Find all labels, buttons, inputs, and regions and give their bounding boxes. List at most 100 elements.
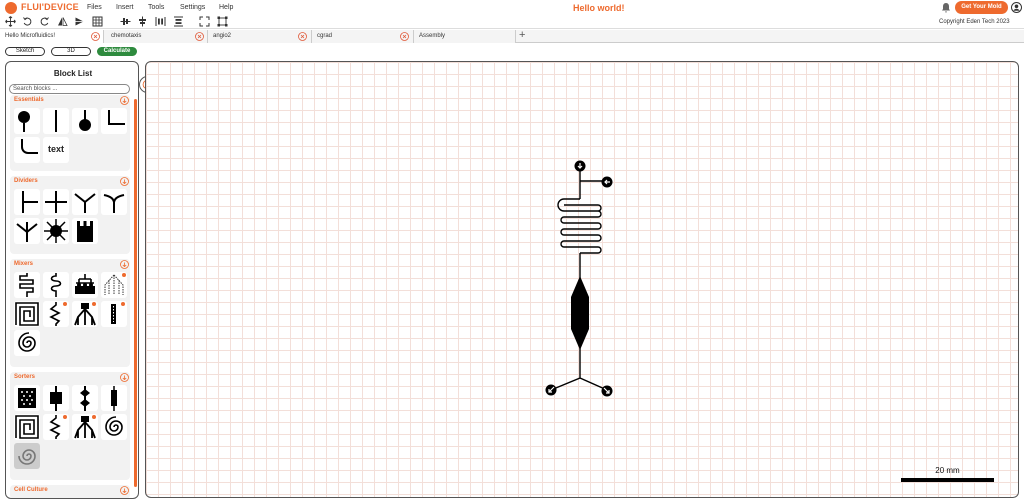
- cross-junction-icon: [45, 191, 67, 213]
- flip-icon[interactable]: [74, 16, 85, 27]
- redo-icon[interactable]: [39, 16, 50, 27]
- sketch-button[interactable]: Sketch: [5, 47, 45, 56]
- outlet-port-right[interactable]: [601, 385, 613, 397]
- tab-chemotaxis[interactable]: chemotaxis: [104, 30, 208, 43]
- tab-assembly[interactable]: Assembly: [414, 30, 516, 43]
- spiral-icon: [105, 416, 123, 436]
- calculate-button[interactable]: Calculate: [97, 47, 137, 56]
- menu-help[interactable]: Help: [219, 4, 233, 11]
- move-icon[interactable]: [5, 16, 16, 27]
- block-list-panel: Block List Search blocks ... Essentials …: [5, 61, 139, 499]
- mirror-icon[interactable]: [57, 16, 68, 27]
- chevron-down-icon[interactable]: [120, 373, 129, 382]
- section-title[interactable]: Sorters: [14, 374, 35, 380]
- document-tabs: Hello Microfluidics! chemotaxis angio2 c…: [0, 29, 1024, 43]
- block-spiral-sorter[interactable]: [101, 414, 127, 440]
- panel-scrollbar[interactable]: [134, 99, 137, 487]
- block-outlet[interactable]: [72, 108, 98, 134]
- bell-icon[interactable]: [941, 2, 951, 13]
- fit-view-icon[interactable]: [199, 16, 210, 27]
- tab-angio2[interactable]: angio2: [208, 30, 312, 43]
- block-tree-mixer[interactable]: [72, 272, 98, 298]
- block-spiral-mixer[interactable]: [14, 330, 40, 356]
- chevron-down-icon[interactable]: [120, 260, 129, 269]
- block-wavy-mixer[interactable]: [43, 272, 69, 298]
- block-gradient-mixer[interactable]: [101, 272, 127, 298]
- serpentine-channel[interactable]: [557, 198, 602, 254]
- logo-icon: [5, 2, 17, 14]
- close-icon[interactable]: [91, 32, 100, 41]
- menu-settings[interactable]: Settings: [180, 4, 205, 11]
- block-cross-junction[interactable]: [43, 189, 69, 215]
- block-corner[interactable]: [101, 108, 127, 134]
- select-area-icon[interactable]: [217, 16, 228, 27]
- block-tree-splitter[interactable]: [72, 301, 98, 327]
- align-horizontal-icon[interactable]: [120, 16, 131, 27]
- section-title[interactable]: Essentials: [14, 97, 44, 103]
- block-tri-splitter[interactable]: [14, 218, 40, 244]
- block-square-spiral-sorter[interactable]: [14, 414, 40, 440]
- section-title[interactable]: Mixers: [14, 261, 33, 267]
- block-channel[interactable]: [43, 108, 69, 134]
- user-icon[interactable]: [1011, 2, 1022, 13]
- close-icon[interactable]: [400, 32, 409, 41]
- block-zigzag-mixer[interactable]: [43, 301, 69, 327]
- block-round-spiral-sorter[interactable]: [14, 443, 40, 469]
- section-essentials: Essentials text: [10, 95, 130, 171]
- tab-hello-microfluidics[interactable]: Hello Microfluidics!: [0, 30, 104, 43]
- tree-splitter-icon: [74, 302, 96, 326]
- menu-files[interactable]: Files: [87, 4, 102, 11]
- block-pillar-sorter[interactable]: [14, 385, 40, 411]
- section-title[interactable]: Dividers: [14, 178, 38, 184]
- block-t-junction[interactable]: [14, 189, 40, 215]
- inlet-port-top[interactable]: [574, 160, 586, 172]
- tab-label: angio2: [213, 33, 232, 39]
- block-column-mixer[interactable]: [101, 301, 127, 327]
- column-mixer-icon: [111, 302, 125, 324]
- tree-mixer-icon: [75, 274, 95, 294]
- block-bar-sorter[interactable]: [101, 385, 127, 411]
- search-input[interactable]: Search blocks ...: [9, 84, 130, 94]
- microfluidic-device[interactable]: [146, 62, 1019, 498]
- menu-tools[interactable]: Tools: [148, 4, 164, 11]
- close-icon[interactable]: [298, 32, 307, 41]
- close-icon[interactable]: [195, 32, 204, 41]
- y-splitter-curved-icon: [103, 194, 125, 213]
- section-cell-culture: Cell Culture: [10, 485, 130, 498]
- channel-icon: [55, 110, 57, 132]
- block-comb-splitter[interactable]: [72, 218, 98, 244]
- inlet-port-side[interactable]: [601, 176, 613, 188]
- block-inlet[interactable]: [14, 108, 40, 134]
- get-mold-button[interactable]: Get Your Mold: [955, 1, 1008, 14]
- new-tab-button[interactable]: +: [519, 29, 525, 41]
- block-chamber-sorter[interactable]: [43, 385, 69, 411]
- app-name: FLUI'DEVICE: [21, 2, 79, 12]
- tab-cgrad[interactable]: cgrad: [312, 30, 414, 43]
- align-vertical-icon[interactable]: [137, 16, 148, 27]
- block-tree-sorter[interactable]: [72, 414, 98, 440]
- chevron-down-icon[interactable]: [120, 177, 129, 186]
- block-bend[interactable]: [14, 137, 40, 163]
- menu-insert[interactable]: Insert: [116, 4, 134, 11]
- undo-icon[interactable]: [22, 16, 33, 27]
- chevron-down-icon[interactable]: [120, 486, 129, 495]
- block-y-splitter[interactable]: [72, 189, 98, 215]
- distribute-horizontal-icon[interactable]: [155, 16, 166, 27]
- 3d-button[interactable]: 3D: [51, 47, 91, 56]
- mixing-chamber[interactable]: [571, 276, 589, 350]
- block-text[interactable]: text: [43, 137, 69, 163]
- grid-icon[interactable]: [92, 16, 103, 27]
- distribute-vertical-icon[interactable]: [173, 16, 184, 27]
- chevron-down-icon[interactable]: [120, 96, 129, 105]
- block-serpentine-mixer[interactable]: [14, 272, 40, 298]
- outlet-channel[interactable]: [550, 348, 608, 391]
- block-y-splitter-curved[interactable]: [101, 189, 127, 215]
- block-square-spiral-mixer[interactable]: [14, 301, 40, 327]
- panel-title: Block List: [53, 69, 93, 78]
- design-canvas[interactable]: 20 mm: [145, 61, 1019, 498]
- outlet-port-left[interactable]: [545, 384, 557, 396]
- block-star-splitter[interactable]: [43, 218, 69, 244]
- section-title[interactable]: Cell Culture: [14, 487, 48, 493]
- block-drop-sorter[interactable]: [72, 385, 98, 411]
- block-zigzag-sorter[interactable]: [43, 414, 69, 440]
